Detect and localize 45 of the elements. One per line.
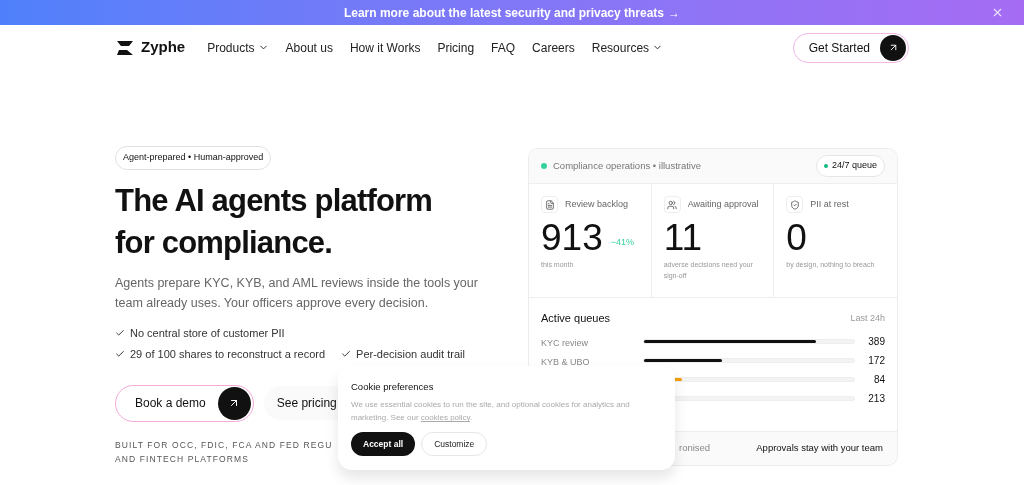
cookie-title: Cookie preferences <box>351 380 435 394</box>
queue-count: 172 <box>867 353 885 368</box>
check-icon <box>115 349 125 360</box>
nav-link[interactable]: FAQ <box>491 38 516 57</box>
feature-text: 29 of 100 shares to reconstruct a record <box>130 347 326 362</box>
feature-text: Per-decision audit trail <box>356 347 465 362</box>
queue-status-badge: 24/7 queue <box>815 155 885 177</box>
nav-link[interactable]: Careers <box>532 38 575 57</box>
close-icon[interactable] <box>991 6 1004 19</box>
nav-link[interactable]: How it Works <box>349 38 421 57</box>
hero-title: The AI agents platform for compliance. <box>115 181 434 262</box>
change-text: −41% <box>610 235 634 249</box>
people-icon <box>667 199 678 210</box>
stat-label: Awaiting approval <box>687 197 759 211</box>
queue-count: 84 <box>872 372 885 387</box>
shield-icon <box>789 199 800 210</box>
check-icon <box>341 349 352 360</box>
nav-link[interactable]: About us <box>285 38 333 57</box>
nav-link[interactable]: Resources <box>591 38 664 57</box>
banner-link[interactable]: Learn more about the latest security and privacy threats → <box>343 3 681 22</box>
built-for-text: BUILT FOR OCC, FDIC, FCA AND FED REGU <box>115 438 333 452</box>
nav-link[interactable]: Products <box>207 38 269 57</box>
queue-label: KYB & UBO <box>541 357 590 367</box>
stat-value: 913 <box>541 217 603 259</box>
cookie-text: We use essential cookies to run the site, and optional cookies for analytics and marketing. See our cookies policy. <box>351 399 631 425</box>
nav-link[interactable]: Pricing <box>437 38 475 57</box>
accept-button[interactable]: Accept all <box>351 432 416 457</box>
stat-label: Review backlog <box>565 197 629 211</box>
footer-note: ronised <box>679 441 711 456</box>
hero-description: Agents prepare KYC, KYB, and AML reviews inside the tools your team already uses. Your officers approve every decision. <box>115 274 479 312</box>
built-for-text: AND FINTECH PLATFORMS <box>115 452 249 466</box>
feature-text: No central store of customer PII <box>130 325 285 341</box>
queue-count: 389 <box>867 334 885 349</box>
stat-label: PII at rest <box>810 197 849 211</box>
logo-text[interactable]: Zyphe <box>141 36 186 59</box>
stat-value: 0 <box>786 217 807 259</box>
footer-note: Approvals stay with your team <box>756 441 883 456</box>
queue-count: 213 <box>867 391 885 406</box>
stat-value: 11 <box>663 217 703 259</box>
document-icon <box>544 199 555 210</box>
queues-title: Active queues <box>541 311 611 326</box>
period-text: Last 24h <box>850 311 885 325</box>
panel-title: Compliance operations • illustrative <box>553 158 701 173</box>
queue-label: KYC review <box>541 338 588 348</box>
check-icon <box>115 327 125 338</box>
